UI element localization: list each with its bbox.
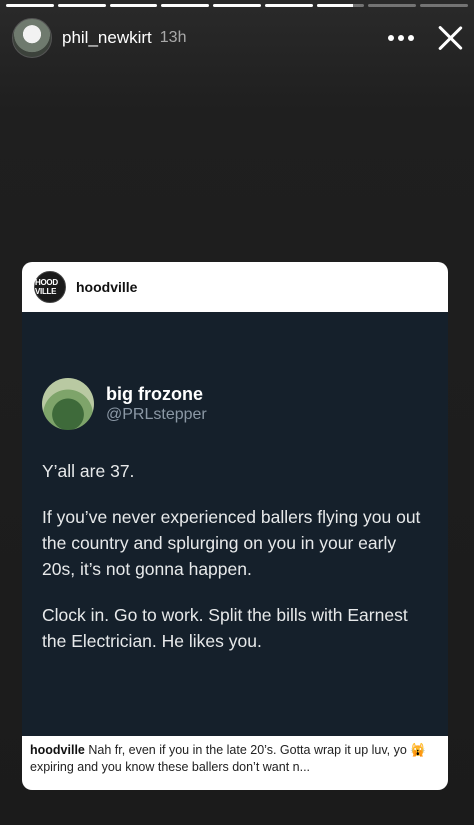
story-progress-segment xyxy=(6,4,54,7)
story-progress-fill xyxy=(109,4,158,7)
story-progress-fill xyxy=(316,4,353,7)
story-progress-segment xyxy=(264,4,313,7)
story-progress-segment xyxy=(420,4,469,7)
story-header: phil_newkirt 13h xyxy=(12,18,464,58)
post-account-name[interactable]: hoodville xyxy=(76,279,137,295)
post-header: HOOD VILLE hoodville xyxy=(22,262,448,312)
more-dot xyxy=(408,35,414,41)
story-progress-bar xyxy=(6,4,469,7)
more-options-icon[interactable] xyxy=(388,35,414,41)
story-timestamp: 13h xyxy=(159,29,187,46)
tweet-author: big frozone @PRLstepper xyxy=(42,378,207,430)
story-progress-fill xyxy=(161,4,210,7)
tweet-paragraph: If you’ve never experienced ballers flyi… xyxy=(42,507,421,579)
tweet-author-avatar xyxy=(42,378,94,430)
story-progress-segment xyxy=(57,4,106,7)
shared-post-card[interactable]: HOOD VILLE hoodville big frozone @PRLste… xyxy=(22,262,448,790)
story-progress-fill xyxy=(264,4,313,7)
story-progress-segment xyxy=(161,4,210,7)
tweet-body: Y’all are 37. If you’ve never experience… xyxy=(42,458,428,674)
story-progress-fill xyxy=(213,4,261,7)
story-progress-fill xyxy=(6,4,54,7)
caption-text: Nah fr, even if you in the late 20’s. Go… xyxy=(30,743,426,774)
close-icon[interactable] xyxy=(436,24,464,52)
more-dot xyxy=(388,35,394,41)
tweet-paragraph: Clock in. Go to work. Split the bills wi… xyxy=(42,605,408,651)
post-account-avatar[interactable]: HOOD VILLE xyxy=(34,271,66,303)
story-screen: phil_newkirt 13h HOOD VILLE hoodville bi… xyxy=(0,0,474,825)
tweet-screenshot: big frozone @PRLstepper Y’all are 37. If… xyxy=(22,312,448,736)
story-progress-segment xyxy=(316,4,365,7)
tweet-paragraph: Y’all are 37. xyxy=(42,461,135,481)
tweet-author-name: big frozone xyxy=(106,384,203,404)
story-progress-segment xyxy=(109,4,158,7)
story-progress-fill xyxy=(57,4,106,7)
caption-username: hoodville xyxy=(30,743,85,757)
post-caption[interactable]: hoodville Nah fr, even if you in the lat… xyxy=(22,736,448,782)
story-progress-segment xyxy=(368,4,417,7)
tweet-author-names: big frozone @PRLstepper xyxy=(106,383,207,425)
user-avatar[interactable] xyxy=(12,18,52,58)
story-progress-segment xyxy=(213,4,261,7)
more-dot xyxy=(398,35,404,41)
tweet-author-handle: @PRLstepper xyxy=(106,406,207,423)
story-username[interactable]: phil_newkirt xyxy=(62,28,152,48)
